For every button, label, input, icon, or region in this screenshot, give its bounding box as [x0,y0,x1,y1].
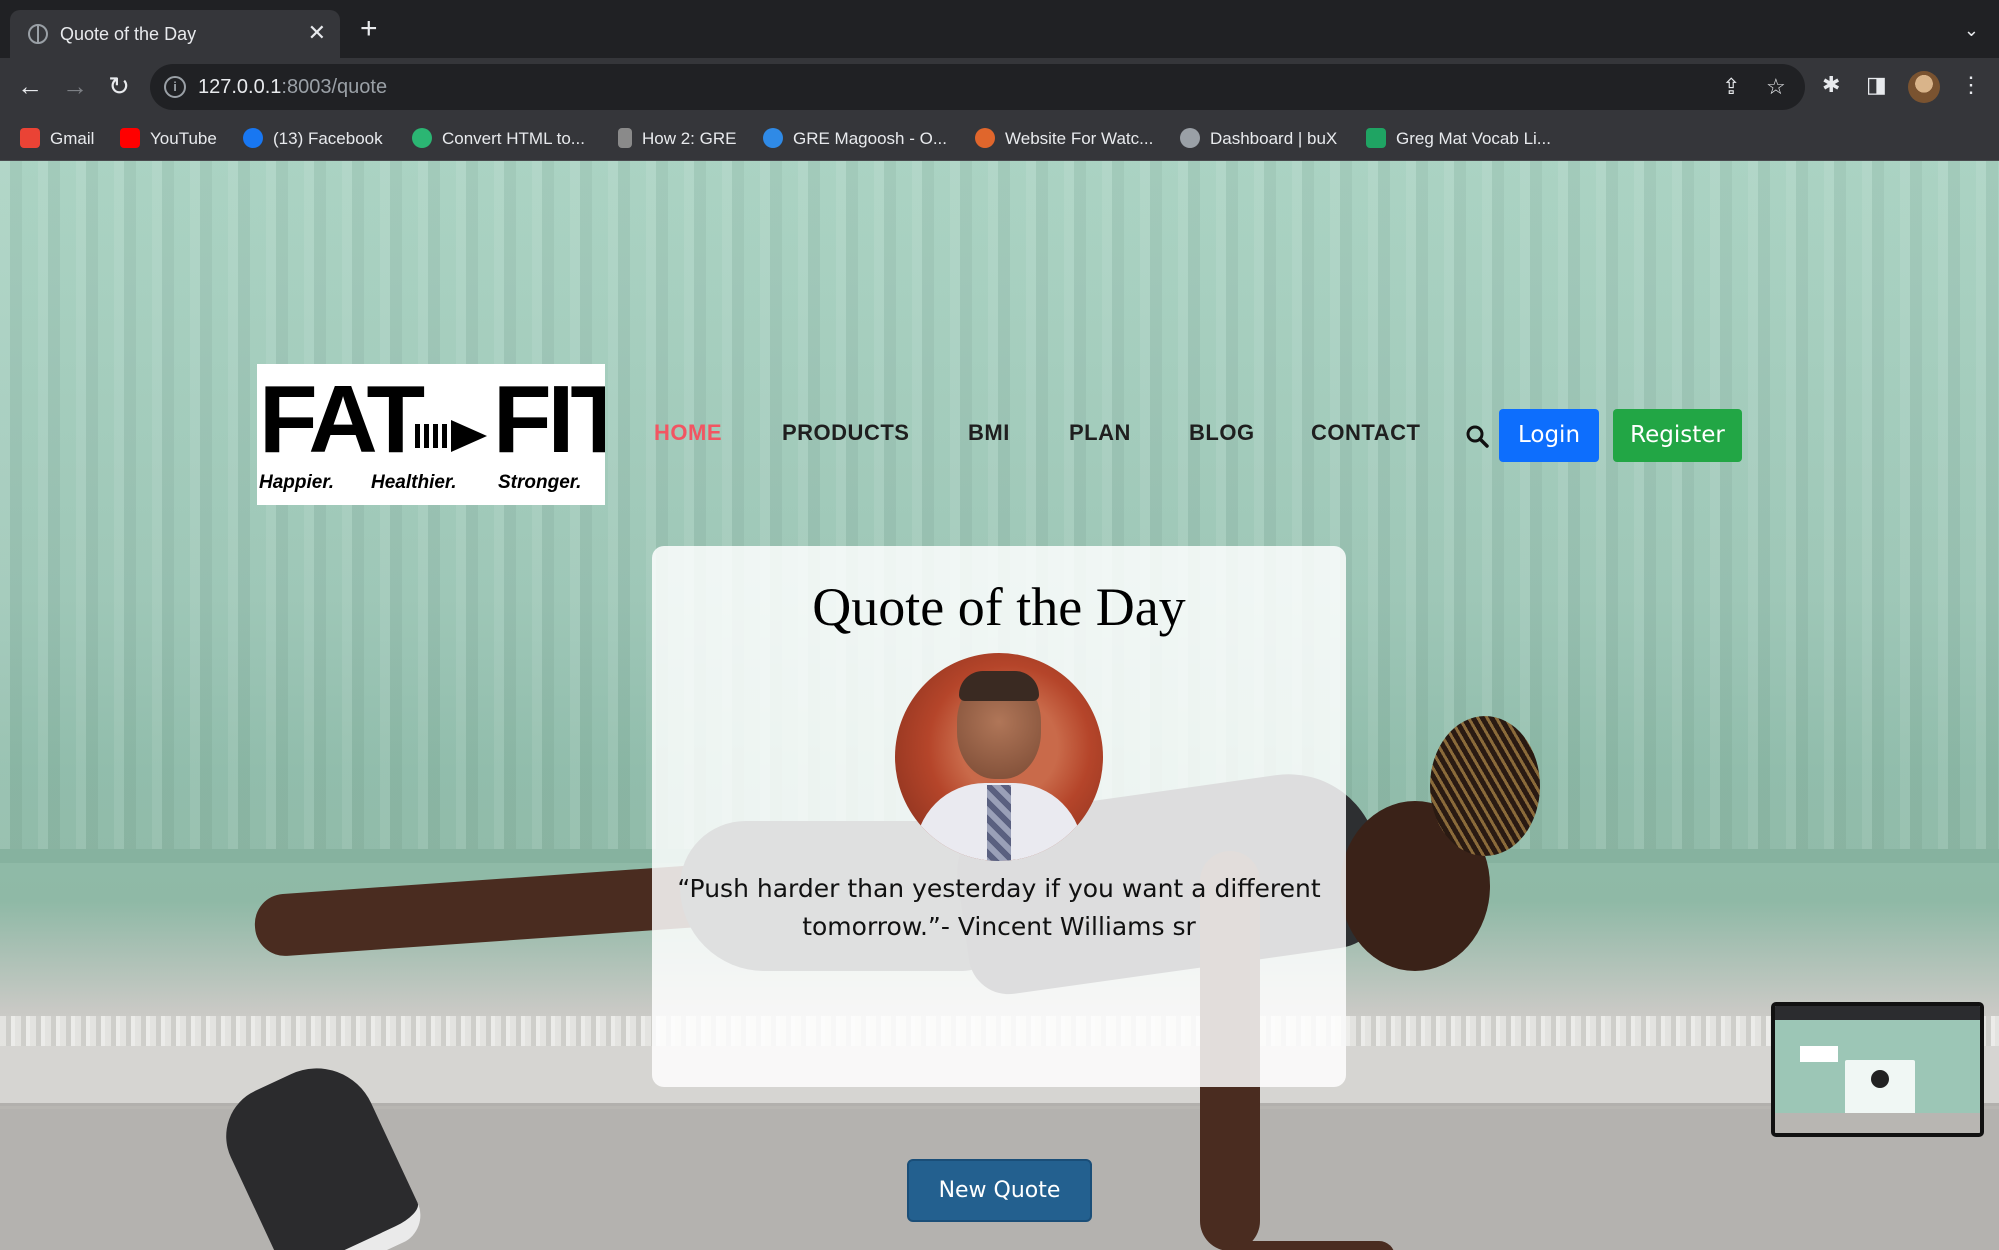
logo-fat-text: FAT [259,366,425,473]
address-bar[interactable]: i 127.0.0.1:8003/quote ⇪ ☆ [150,64,1805,110]
thumbnail-street [1775,1113,1980,1133]
nav-plan[interactable]: PLAN [1069,420,1131,446]
back-icon[interactable]: ← [15,72,45,100]
site-info-icon[interactable]: i [164,76,186,98]
logo-tagline-healthier: Healthier. [371,472,457,493]
bookmark-item[interactable]: YouTube [120,128,217,149]
nav-blog[interactable]: BLOG [1189,420,1255,446]
thumbnail-chrome [1775,1006,1980,1020]
cloud-icon [763,128,783,148]
page-content: FAT FIT Happier. Healthier. Stronger. HO… [0,161,1999,1250]
login-button[interactable]: Login [1499,409,1599,462]
new-quote-button[interactable]: New Quote [907,1159,1092,1222]
nav-products[interactable]: PRODUCTS [782,420,909,446]
page-icon [618,128,632,148]
side-panel-icon[interactable]: ◨ [1866,72,1887,98]
browser-tab[interactable]: Quote of the Day ✕ [10,10,340,58]
website-icon [975,128,995,148]
gmail-icon [20,128,40,148]
nav-home[interactable]: HOME [654,420,722,446]
bookmark-item[interactable]: Website For Watc... [975,128,1153,149]
quote-card-title: Quote of the Day [812,577,1186,637]
bookmark-item[interactable]: Greg Mat Vocab Li... [1366,128,1551,149]
bookmark-star-icon[interactable]: ☆ [1766,74,1786,100]
url-text[interactable]: 127.0.0.1:8003/quote [198,76,387,99]
reload-icon[interactable]: ↻ [104,72,134,100]
tab-strip: Quote of the Day ✕ + ⌄ [0,0,1999,58]
logo-tagline-happier: Happier. [259,472,334,493]
author-portrait [895,653,1103,861]
close-tab-icon[interactable]: ✕ [308,20,326,46]
register-button[interactable]: Register [1613,409,1742,462]
forward-icon[interactable]: → [60,72,90,100]
profile-avatar[interactable] [1908,71,1940,103]
thumbnail-card [1845,1060,1915,1118]
extensions-icon[interactable]: ✱ [1822,72,1840,98]
quote-card: Quote of the Day “Push harder than yeste… [652,546,1346,1222]
browser-toolbar: ← → ↻ i 127.0.0.1:8003/quote ⇪ ☆ ✱ ◨ ⋮ [0,58,1999,116]
bookmark-item[interactable]: How 2: GRE [618,128,736,149]
bookmark-item[interactable]: (13) Facebook [243,128,383,149]
sheets-icon [1366,128,1386,148]
logo-fit-text: FIT [493,366,605,473]
logo-tagline-stronger: Stronger. [498,472,582,493]
convert-icon [412,128,432,148]
globe-icon [28,24,48,44]
search-icon[interactable] [1465,424,1489,448]
tab-search-icon[interactable]: ⌄ [1964,20,1979,41]
new-tab-icon[interactable]: + [360,14,378,44]
tab-title: Quote of the Day [60,24,197,44]
dashboard-icon [1180,128,1200,148]
athlete-hand [1225,1241,1395,1250]
portrait-tie [987,785,1011,861]
portrait-hair [959,671,1039,701]
thumbnail-portrait [1871,1070,1889,1088]
youtube-icon [120,128,140,148]
nav-bmi[interactable]: BMI [968,420,1010,446]
facebook-icon [243,128,263,148]
bookmark-item[interactable]: GRE Magoosh - O... [763,128,947,149]
quote-text: “Push harder than yesterday if you want … [677,874,1321,941]
thumbnail-logo [1800,1046,1838,1062]
site-logo[interactable]: FAT FIT Happier. Healthier. Stronger. [257,364,605,505]
logo-arrow-icon [415,420,487,452]
athlete-hair [1430,716,1540,856]
bookmark-item[interactable]: Convert HTML to... [412,128,585,149]
screenshot-thumbnail[interactable] [1771,1002,1984,1137]
nav-contact[interactable]: CONTACT [1311,420,1420,446]
share-icon[interactable]: ⇪ [1722,74,1740,100]
bookmark-item[interactable]: Gmail [20,128,94,149]
menu-kebab-icon[interactable]: ⋮ [1960,72,1982,98]
bookmark-item[interactable]: Dashboard | buX [1180,128,1337,149]
bookmarks-bar: Gmail YouTube (13) Facebook Convert HTML… [0,116,1999,161]
